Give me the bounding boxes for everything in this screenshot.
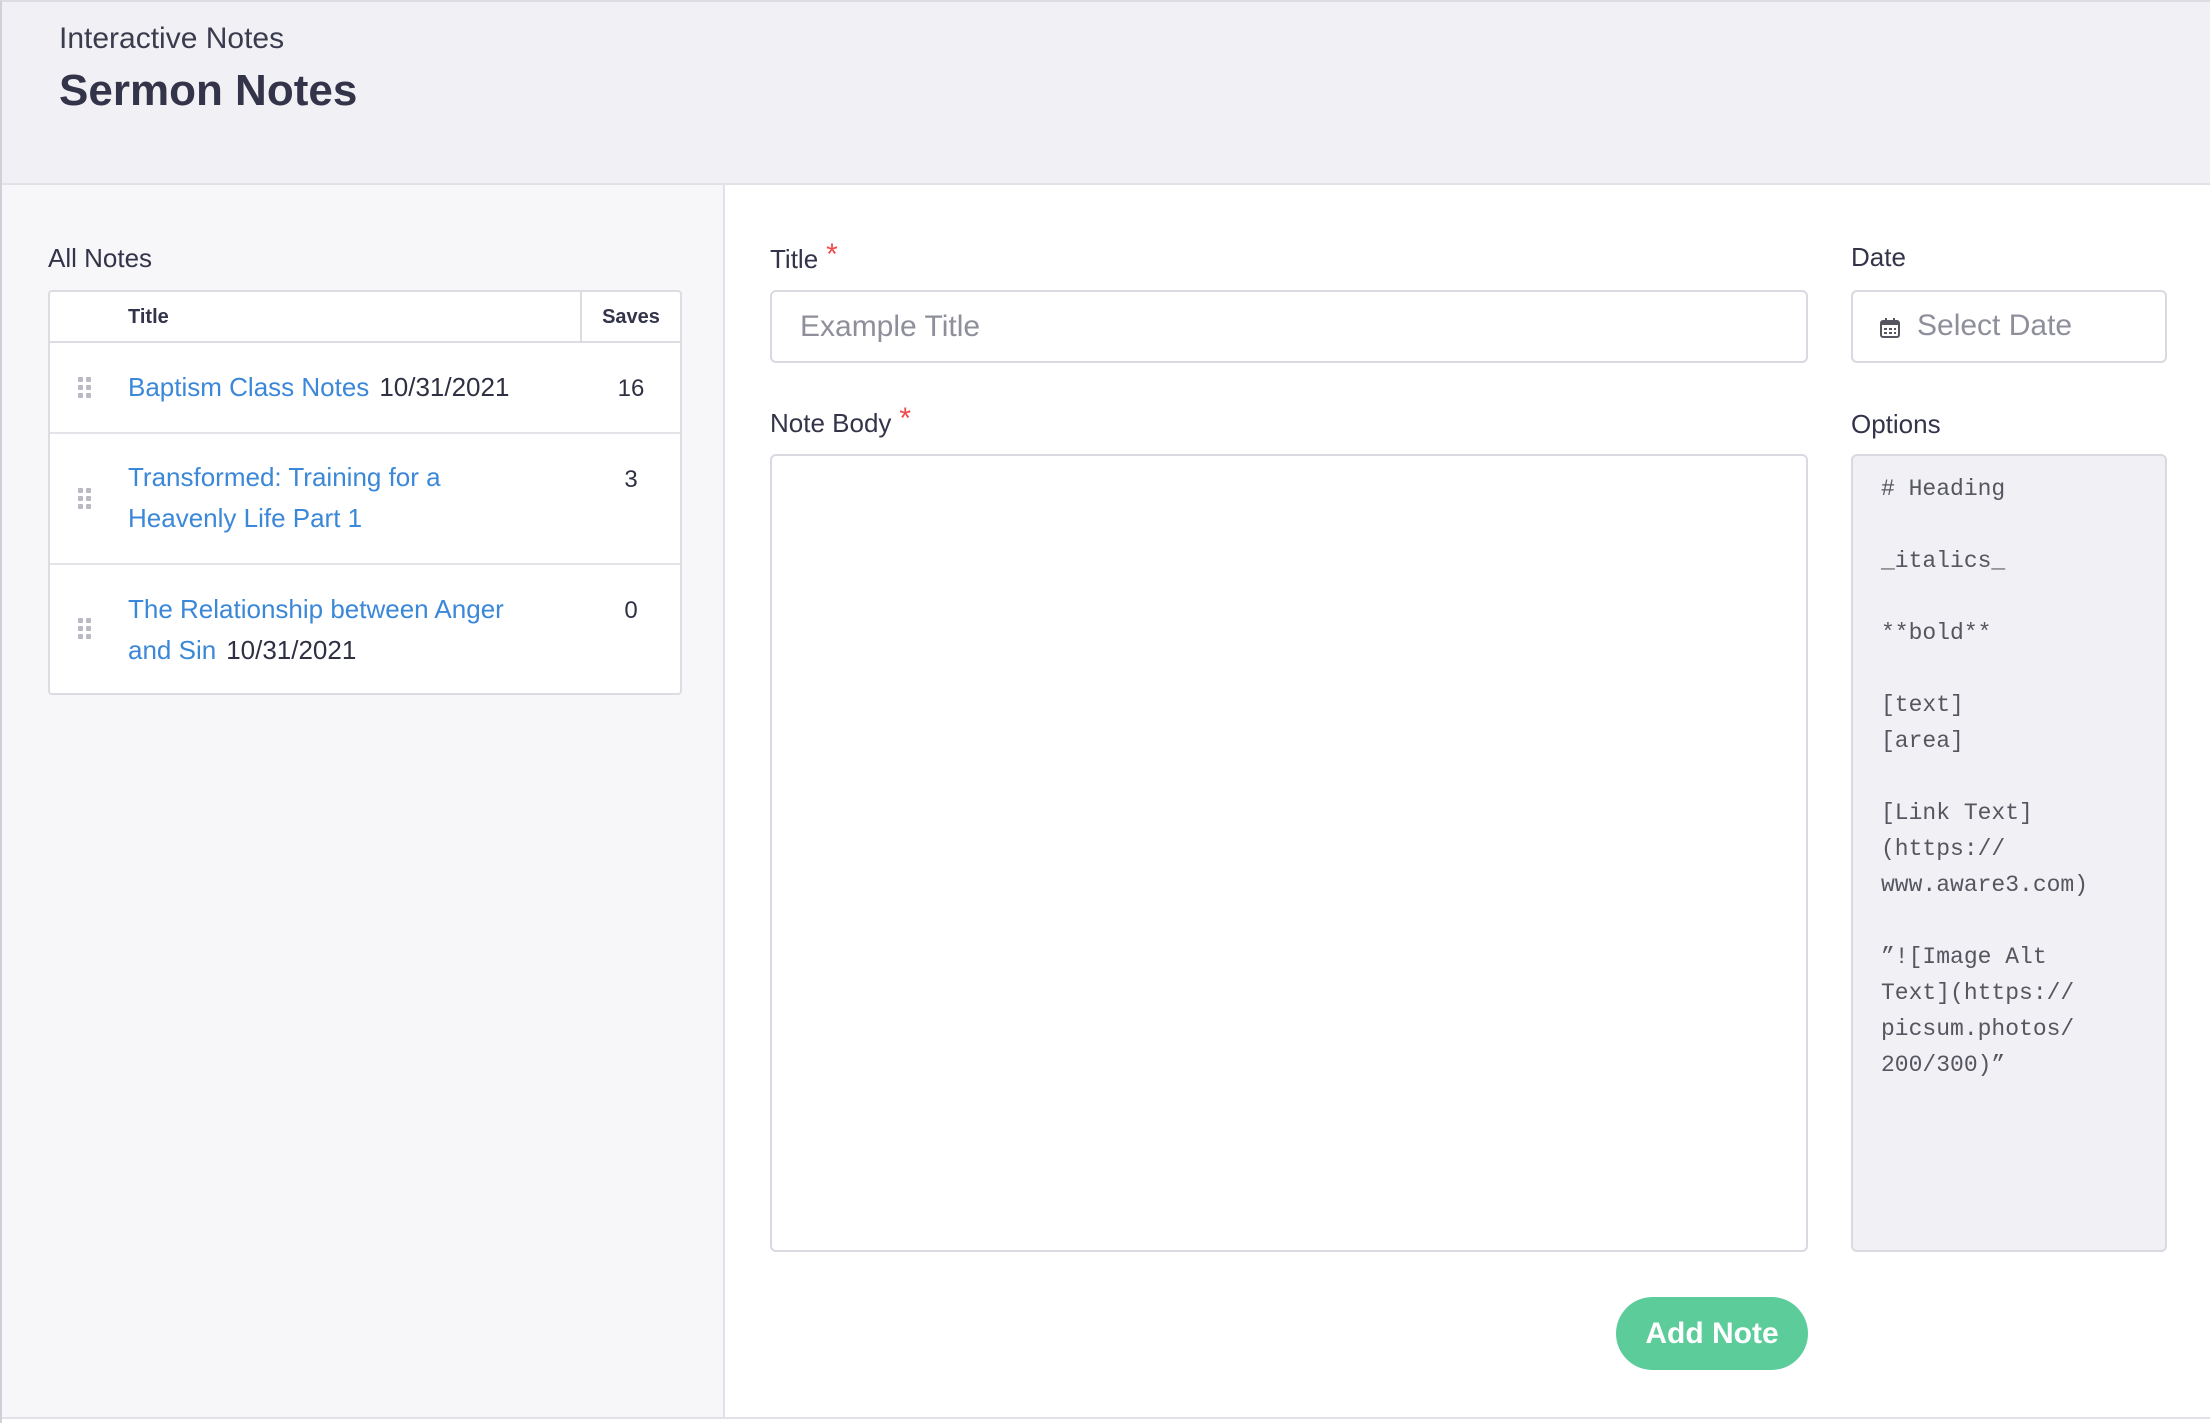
note-date: 10/31/2021 [226,635,357,665]
page-header: Interactive Notes Sermon Notes [2,2,2210,185]
drag-handle-icon[interactable] [78,377,92,399]
notes-sidebar: All Notes Title Saves Baptism Class Note… [2,185,725,1419]
calendar-icon [1880,318,1900,338]
column-header-title: Title [128,306,169,328]
required-marker: * [826,238,838,271]
note-link[interactable]: Baptism Class Notes [128,372,369,402]
note-date: 10/31/2021 [379,372,510,402]
table-row[interactable]: Transformed: Training for a Heavenly Lif… [50,434,680,565]
column-header-saves: Saves [602,306,660,328]
app-window: Interactive Notes Sermon Notes All Notes… [0,0,2210,1423]
row-saves-count: 16 [617,375,645,402]
row-saves-count: 3 [624,466,638,493]
notes-table: Title Saves Baptism Class Notes 10/31/202… [48,290,682,695]
drag-handle-icon[interactable] [78,488,92,510]
options-label: Options [1851,409,1941,439]
drag-handle-icon[interactable] [78,618,92,640]
all-notes-label: All Notes [48,243,153,273]
bottom-divider [2,1417,2210,1419]
note-body-label-text: Note Body [770,408,892,438]
date-label: Date [1851,242,1906,272]
page-title: Sermon Notes [59,66,358,115]
date-picker[interactable]: Select Date [1851,290,2167,363]
row-title-cell: The Relationship between Anger and Sin 10… [128,589,548,671]
formatting-options-box: # Heading _italics_ **bold** [text] [are… [1851,454,2167,1252]
title-label-text: Title [770,244,819,274]
date-placeholder: Select Date [1917,309,2073,342]
title-label: Title * [770,238,838,276]
note-link[interactable]: Transformed: Training for a Heavenly Lif… [128,462,441,533]
title-input[interactable] [770,290,1808,363]
row-saves-count: 0 [624,597,638,624]
note-body-label: Note Body * [770,402,911,440]
row-title-cell: Transformed: Training for a Heavenly Lif… [128,457,548,539]
page-subtitle: Interactive Notes [59,22,285,55]
required-marker: * [899,402,912,435]
add-note-button[interactable]: Add Note [1616,1297,1808,1370]
table-row[interactable]: Baptism Class Notes 10/31/2021 16 [50,343,680,434]
row-title-cell: Baptism Class Notes 10/31/2021 [128,367,548,408]
note-body-textarea[interactable] [770,454,1808,1252]
table-row[interactable]: The Relationship between Anger and Sin 10… [50,565,680,693]
table-header: Title Saves [50,292,680,343]
